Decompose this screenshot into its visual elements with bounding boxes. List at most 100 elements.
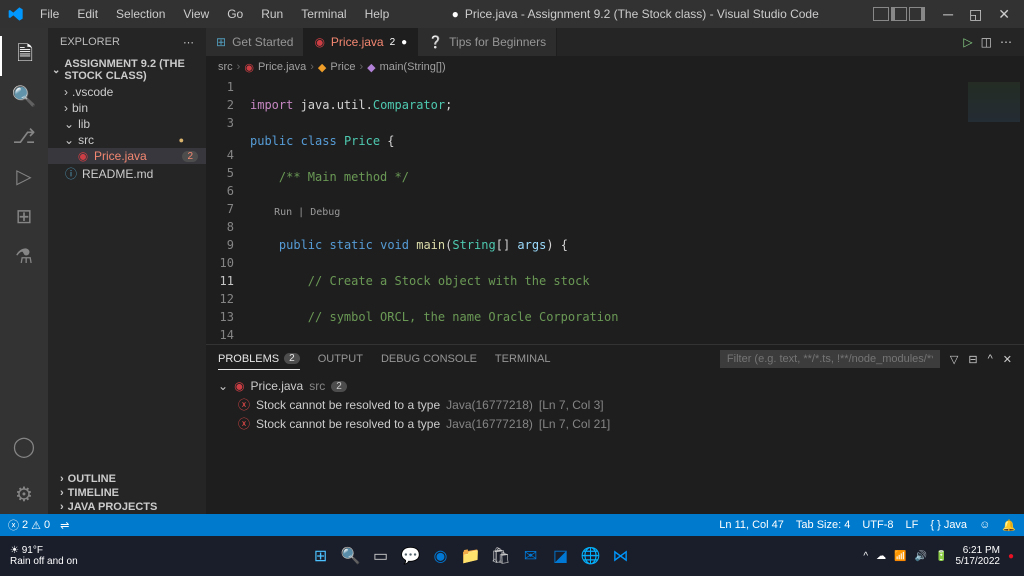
panel-tab-debug[interactable]: DEBUG CONSOLE	[381, 349, 477, 369]
problem-item[interactable]: ⓧ Stock cannot be resolved to a type Jav…	[218, 414, 1012, 433]
folder-bin[interactable]: ›bin	[48, 100, 206, 116]
minimize-button[interactable]: ─	[937, 2, 959, 26]
folder-vscode[interactable]: ›.vscode	[48, 84, 206, 100]
vscode-logo	[8, 6, 24, 22]
filter-icon[interactable]: ▽	[950, 353, 958, 366]
menu-view[interactable]: View	[175, 3, 217, 25]
sidebar-more-icon[interactable]: ⋯	[183, 36, 194, 49]
activity-testing-icon[interactable]: ⚗	[0, 236, 48, 276]
workspace-header[interactable]: ⌄ ASSIGNMENT 9.2 (THE STOCK CLASS)	[48, 56, 206, 84]
activity-settings-icon[interactable]: ⚙	[0, 474, 48, 514]
taskbar-notifications-icon[interactable]: ●	[1008, 551, 1014, 562]
taskbar-chrome-icon[interactable]: 🌐	[579, 544, 603, 568]
window-title: Price.java - Assignment 9.2 (The Stock c…	[397, 7, 873, 21]
taskbar-mail-icon[interactable]: ✉	[519, 544, 543, 568]
file-readme[interactable]: ⓘREADME.md	[48, 164, 206, 183]
status-indent[interactable]: Tab Size: 4	[796, 519, 850, 532]
activity-explorer-icon[interactable]: 🗎	[0, 36, 48, 76]
taskbar-clock[interactable]: 6:21 PM 5/17/2022	[955, 545, 1000, 567]
status-feedback-icon[interactable]: ☺	[979, 519, 990, 532]
close-button[interactable]: ✕	[992, 2, 1016, 27]
tab-get-started[interactable]: ⊞Get Started	[206, 28, 304, 56]
menu-edit[interactable]: Edit	[69, 3, 106, 25]
status-cursor-pos[interactable]: Ln 11, Col 47	[719, 519, 784, 532]
minimap[interactable]	[964, 78, 1024, 344]
menu-go[interactable]: Go	[219, 3, 251, 25]
activity-account-icon[interactable]: ◯	[0, 426, 48, 466]
activity-debug-icon[interactable]: ▷	[0, 156, 48, 196]
status-encoding[interactable]: UTF-8	[862, 519, 893, 532]
code-editor[interactable]: 1234567891011121314151617 import java.ut…	[206, 78, 1024, 344]
taskbar-app-icon[interactable]: ◪	[549, 544, 573, 568]
code-content[interactable]: import java.util.Comparator; public clas…	[250, 78, 964, 344]
tab-price-java[interactable]: ◉Price.java2●	[304, 28, 418, 56]
menu-file[interactable]: File	[32, 3, 67, 25]
modified-dot-icon: ●	[401, 37, 407, 48]
panel-tab-output[interactable]: OUTPUT	[318, 349, 363, 369]
sidebar-title: EXPLORER	[60, 36, 120, 48]
problems-filter-input[interactable]	[720, 350, 940, 368]
taskbar-volume-icon[interactable]: 🔊	[915, 551, 927, 562]
chevron-down-icon: ⌄	[218, 379, 228, 393]
codelens-run-debug[interactable]: Run | Debug	[274, 207, 340, 218]
status-bell-icon[interactable]: 🔔	[1002, 519, 1016, 532]
status-ports[interactable]: ⇌	[60, 519, 69, 532]
panel-tab-terminal[interactable]: TERMINAL	[495, 349, 551, 369]
taskbar-explorer-icon[interactable]: 📁	[459, 544, 483, 568]
taskbar-start-icon[interactable]: ⊞	[309, 544, 333, 568]
bottom-panel: PROBLEMS2 OUTPUT DEBUG CONSOLE TERMINAL …	[206, 344, 1024, 514]
breadcrumbs[interactable]: src› ◉Price.java› ◆Price› ◆main(String[]…	[206, 56, 1024, 78]
problem-file-row[interactable]: ⌄ ◉ Price.java src 2	[218, 377, 1012, 395]
layout-controls[interactable]	[873, 7, 925, 21]
taskbar-tray-chevron-icon[interactable]: ^	[863, 551, 868, 562]
taskbar-battery-icon[interactable]: 🔋	[935, 551, 947, 562]
taskbar-onedrive-icon[interactable]: ☁	[876, 551, 886, 562]
activity-bar: 🗎 🔍 ⎇ ▷ ⊞ ⚗ ◯ ⚙	[0, 28, 48, 514]
status-language[interactable]: { } Java	[930, 519, 967, 532]
more-actions-icon[interactable]: ⋯	[1000, 35, 1012, 49]
titlebar: File Edit Selection View Go Run Terminal…	[0, 0, 1024, 28]
menu-selection[interactable]: Selection	[108, 3, 173, 25]
error-icon: ⓧ	[8, 517, 19, 533]
error-icon: ⓧ	[238, 396, 250, 413]
taskbar-chat-icon[interactable]: 💬	[399, 544, 423, 568]
collapse-icon[interactable]: ⊟	[968, 353, 977, 366]
menu-run[interactable]: Run	[253, 3, 291, 25]
file-price-java[interactable]: ◉ Price.java 2	[48, 148, 206, 164]
panel-maximize-icon[interactable]: ^	[988, 353, 993, 365]
taskbar-weather[interactable]: ☀ 91°F Rain off and on	[10, 545, 78, 567]
problem-item[interactable]: ⓧ Stock cannot be resolved to a type Jav…	[218, 395, 1012, 414]
warning-icon: ⚠	[31, 519, 41, 532]
taskbar-store-icon[interactable]: 🛍	[489, 544, 513, 568]
outline-section[interactable]: ›OUTLINE	[48, 472, 206, 486]
status-errors[interactable]: ⓧ2 ⚠0	[8, 517, 50, 533]
split-editor-icon[interactable]: ◫	[981, 35, 992, 49]
folder-lib[interactable]: ⌄lib	[48, 116, 206, 132]
timeline-section[interactable]: ›TIMELINE	[48, 486, 206, 500]
maximize-button[interactable]: ◱	[963, 2, 988, 27]
panel-close-icon[interactable]: ✕	[1003, 353, 1012, 366]
menu-help[interactable]: Help	[357, 3, 398, 25]
java-file-icon: ◉	[76, 149, 90, 163]
workspace-name: ASSIGNMENT 9.2 (THE STOCK CLASS)	[64, 58, 202, 82]
activity-search-icon[interactable]: 🔍	[0, 76, 48, 116]
taskbar-vscode-icon[interactable]: ⋈	[609, 544, 633, 568]
editor-tabs: ⊞Get Started ◉Price.java2● ❔Tips for Beg…	[206, 28, 1024, 56]
java-file-icon: ◉	[234, 379, 244, 393]
activity-extensions-icon[interactable]: ⊞	[0, 196, 48, 236]
menu-bar: File Edit Selection View Go Run Terminal…	[32, 3, 397, 25]
activity-scm-icon[interactable]: ⎇	[0, 116, 48, 156]
taskbar-taskview-icon[interactable]: ▭	[369, 544, 393, 568]
tab-tips[interactable]: ❔Tips for Beginners	[418, 28, 557, 56]
menu-terminal[interactable]: Terminal	[293, 3, 354, 25]
taskbar-search-icon[interactable]: 🔍	[339, 544, 363, 568]
status-eol[interactable]: LF	[906, 519, 919, 532]
panel-tab-problems[interactable]: PROBLEMS2	[218, 349, 300, 370]
taskbar-edge-icon[interactable]: ◉	[429, 544, 453, 568]
folder-src[interactable]: ⌄src	[48, 132, 206, 148]
run-button[interactable]: ▷	[963, 35, 972, 49]
java-projects-section[interactable]: ›JAVA PROJECTS	[48, 500, 206, 514]
info-icon: ⓘ	[64, 165, 78, 182]
taskbar-wifi-icon[interactable]: 📶	[894, 551, 906, 562]
error-count-badge: 2	[182, 151, 198, 162]
